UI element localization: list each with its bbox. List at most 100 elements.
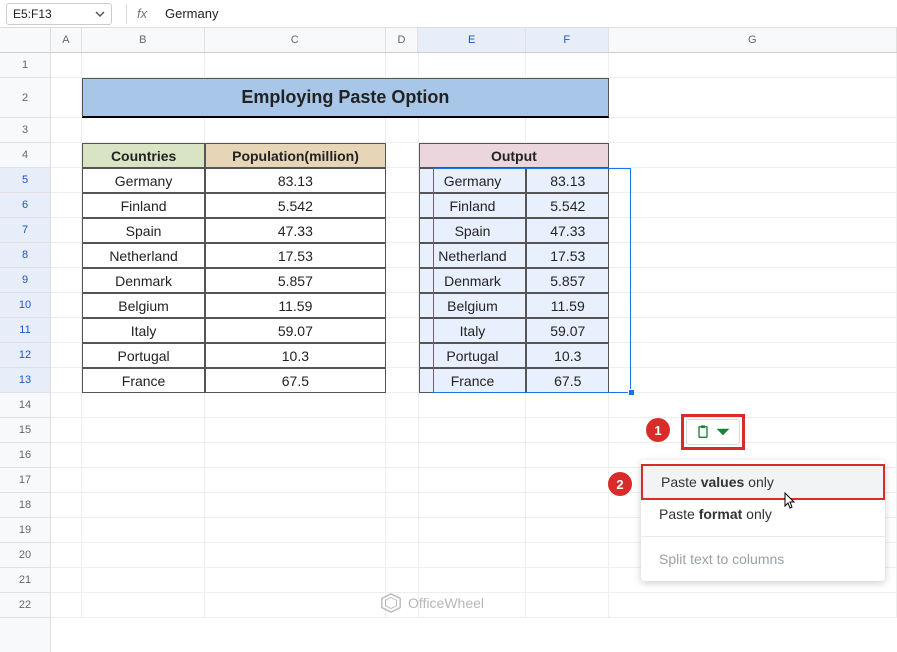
row-header[interactable]: 7 <box>0 218 50 243</box>
col-header[interactable]: D <box>386 28 419 52</box>
cell[interactable] <box>609 318 897 343</box>
table-cell[interactable]: 11.59 <box>205 293 386 318</box>
table-cell[interactable]: 59.07 <box>205 318 386 343</box>
cell[interactable] <box>386 468 419 493</box>
cell[interactable] <box>82 468 205 493</box>
menu-item-paste-values-only[interactable]: Paste values only <box>641 464 885 500</box>
menu-item-split-text[interactable]: Split text to columns <box>641 543 885 575</box>
col-header[interactable]: C <box>205 28 386 52</box>
cell[interactable] <box>609 593 897 618</box>
col-header[interactable]: B <box>82 28 205 52</box>
table-cell[interactable]: 5.542 <box>205 193 386 218</box>
row-header[interactable]: 1 <box>0 53 50 78</box>
cell[interactable] <box>386 118 419 143</box>
cell[interactable] <box>609 218 897 243</box>
cell[interactable] <box>82 493 205 518</box>
row-header[interactable]: 21 <box>0 568 50 593</box>
row-header[interactable]: 9 <box>0 268 50 293</box>
table-cell[interactable]: 10.3 <box>205 343 386 368</box>
cell[interactable] <box>386 493 419 518</box>
row-header[interactable]: 11 <box>0 318 50 343</box>
cell[interactable] <box>51 443 82 468</box>
cell[interactable] <box>419 443 527 468</box>
table-cell[interactable]: 11.59 <box>526 293 609 318</box>
row-header[interactable]: 22 <box>0 593 50 618</box>
formula-input[interactable]: Germany <box>157 6 891 21</box>
name-box[interactable]: E5:F13 <box>6 3 112 25</box>
table-cell[interactable]: 5.857 <box>205 268 386 293</box>
cell[interactable] <box>386 343 419 368</box>
cell[interactable] <box>419 393 527 418</box>
cell[interactable] <box>51 268 82 293</box>
cell[interactable] <box>205 543 386 568</box>
select-all-corner[interactable] <box>0 28 50 53</box>
cell[interactable] <box>51 468 82 493</box>
cell[interactable] <box>386 418 419 443</box>
cell[interactable] <box>386 318 419 343</box>
cell[interactable] <box>526 518 609 543</box>
row-header[interactable]: 10 <box>0 293 50 318</box>
table-cell[interactable]: Belgium <box>82 293 205 318</box>
cell[interactable] <box>205 53 386 78</box>
cell[interactable] <box>205 593 386 618</box>
cell[interactable] <box>205 568 386 593</box>
table-cell[interactable]: 83.13 <box>205 168 386 193</box>
cell[interactable] <box>51 393 82 418</box>
cell[interactable] <box>419 493 527 518</box>
cell[interactable] <box>609 118 897 143</box>
table-cell[interactable]: France <box>419 368 527 393</box>
row-header[interactable]: 18 <box>0 493 50 518</box>
table-cell[interactable]: Netherland <box>419 243 527 268</box>
table-cell[interactable]: Germany <box>419 168 527 193</box>
row-header[interactable]: 12 <box>0 343 50 368</box>
cell[interactable] <box>386 393 419 418</box>
cell[interactable] <box>609 343 897 368</box>
paste-options-button[interactable] <box>686 419 740 445</box>
cell[interactable] <box>386 168 419 193</box>
cell[interactable] <box>609 393 897 418</box>
table-cell[interactable]: Portugal <box>419 343 527 368</box>
cell[interactable] <box>205 118 386 143</box>
cell[interactable] <box>51 293 82 318</box>
cell[interactable] <box>51 318 82 343</box>
cell[interactable] <box>386 568 419 593</box>
table-cell[interactable]: 17.53 <box>205 243 386 268</box>
table-cell[interactable]: Finland <box>419 193 527 218</box>
cell[interactable] <box>526 443 609 468</box>
table-cell[interactable]: 5.542 <box>526 193 609 218</box>
cell[interactable] <box>419 418 527 443</box>
cell[interactable] <box>526 393 609 418</box>
cell[interactable] <box>386 518 419 543</box>
cell[interactable] <box>386 368 419 393</box>
cell[interactable] <box>386 193 419 218</box>
selection-handle[interactable] <box>628 389 635 396</box>
table-header[interactable]: Population(million) <box>205 143 386 168</box>
cell[interactable] <box>526 468 609 493</box>
cell[interactable] <box>51 568 82 593</box>
cell[interactable] <box>386 243 419 268</box>
table-cell[interactable]: Portugal <box>82 343 205 368</box>
table-cell[interactable]: 17.53 <box>526 243 609 268</box>
cell[interactable] <box>51 218 82 243</box>
row-header[interactable]: 14 <box>0 393 50 418</box>
cell[interactable] <box>205 468 386 493</box>
cell[interactable] <box>526 543 609 568</box>
title-cell[interactable]: Employing Paste Option <box>82 78 609 118</box>
cell[interactable] <box>51 493 82 518</box>
cell[interactable] <box>51 53 82 78</box>
cell[interactable] <box>419 118 527 143</box>
cell[interactable] <box>609 368 897 393</box>
table-cell[interactable]: 10.3 <box>526 343 609 368</box>
cell[interactable] <box>526 53 609 78</box>
cell[interactable] <box>609 53 897 78</box>
cell[interactable] <box>51 243 82 268</box>
cell[interactable] <box>51 543 82 568</box>
table-cell[interactable]: Denmark <box>82 268 205 293</box>
cell[interactable] <box>82 418 205 443</box>
cell[interactable] <box>51 193 82 218</box>
cell[interactable] <box>609 243 897 268</box>
table-cell[interactable]: Spain <box>419 218 527 243</box>
cell[interactable] <box>82 593 205 618</box>
cell[interactable] <box>419 518 527 543</box>
cell[interactable] <box>51 343 82 368</box>
